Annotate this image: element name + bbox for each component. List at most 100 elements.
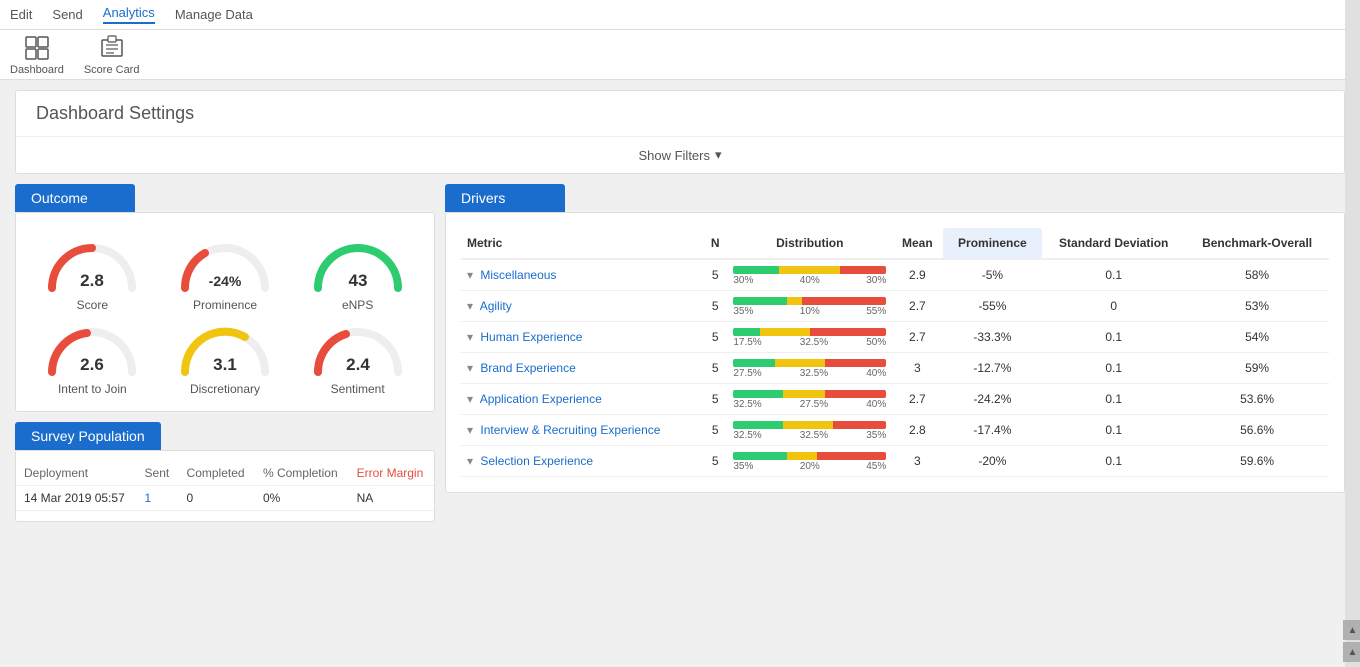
metric-name[interactable]: Human Experience <box>480 330 582 344</box>
std-dev-cell: 0.1 <box>1042 259 1185 291</box>
prominence-cell: -5% <box>943 259 1043 291</box>
enps-label: eNPS <box>342 298 373 312</box>
cell-pct-completion: 0% <box>255 486 349 511</box>
col-error-margin: Error Margin <box>349 461 434 486</box>
discretionary-gauge-svg: 3.1 <box>175 322 275 377</box>
cell-completed: 0 <box>179 486 255 511</box>
col-deployment: Deployment <box>16 461 137 486</box>
benchmark-cell: 53% <box>1185 291 1329 322</box>
std-dev-cell: 0.1 <box>1042 384 1185 415</box>
dist-cell: 30%40%30% <box>727 259 892 291</box>
metric-name[interactable]: Selection Experience <box>480 454 593 468</box>
sentiment-gauge: 2.4 Sentiment <box>296 322 419 396</box>
mean-cell: 2.7 <box>892 291 942 322</box>
prominence-label: Prominence <box>193 298 257 312</box>
mean-cell: 2.9 <box>892 259 942 291</box>
col-completed: Completed <box>179 461 255 486</box>
chevron-down-icon[interactable]: ▾ <box>467 361 473 375</box>
prominence-cell: -33.3% <box>943 322 1043 353</box>
show-filters-button[interactable]: Show Filters ▾ <box>16 137 1344 173</box>
chevron-down-icon[interactable]: ▾ <box>467 330 473 344</box>
col-pct-completion: % Completion <box>255 461 349 486</box>
gauges-grid: 2.8 Score -24% Prominence <box>31 238 419 396</box>
dashboard-toolbar-item[interactable]: Dashboard <box>10 34 64 76</box>
score-label: Score <box>77 298 108 312</box>
discretionary-label: Discretionary <box>190 382 260 396</box>
n-cell: 5 <box>703 446 727 477</box>
chevron-down-icon: ▾ <box>715 147 722 163</box>
enps-gauge-svg: 43 <box>308 238 408 293</box>
outcome-card: 2.8 Score -24% Prominence <box>15 212 435 412</box>
list-item: ▾ Brand Experience 5 27.5%32.5%40% 3 -12… <box>461 353 1329 384</box>
col-prominence: Prominence <box>943 228 1043 259</box>
drivers-header: Drivers <box>445 184 565 212</box>
mean-cell: 2.7 <box>892 322 942 353</box>
n-cell: 5 <box>703 384 727 415</box>
list-item: ▾ Agility 5 35%10%55% 2.7 -55% 0 53% <box>461 291 1329 322</box>
metric-name[interactable]: Application Experience <box>480 392 602 406</box>
scorecard-label: Score Card <box>84 64 140 76</box>
prominence-cell: -55% <box>943 291 1043 322</box>
metric-cell: ▾ Agility <box>461 291 703 322</box>
col-benchmark: Benchmark-Overall <box>1185 228 1329 259</box>
sentiment-label: Sentiment <box>331 382 385 396</box>
dashboard-icon <box>23 34 51 62</box>
toolbar: Dashboard Score Card <box>0 30 1360 80</box>
metric-cell: ▾ Selection Experience <box>461 446 703 477</box>
metric-name[interactable]: Miscellaneous <box>480 268 556 282</box>
col-std-dev: Standard Deviation <box>1042 228 1185 259</box>
intent-gauge-svg: 2.6 <box>42 322 142 377</box>
chevron-down-icon[interactable]: ▾ <box>467 423 473 437</box>
prominence-gauge: -24% Prominence <box>164 238 287 312</box>
chevron-down-icon[interactable]: ▾ <box>467 454 473 468</box>
col-mean: Mean <box>892 228 942 259</box>
scroll-down-arrow[interactable]: ▲ <box>1343 642 1360 662</box>
prominence-cell: -12.7% <box>943 353 1043 384</box>
col-metric: Metric <box>461 228 703 259</box>
prominence-gauge-svg: -24% <box>175 238 275 293</box>
metric-name[interactable]: Brand Experience <box>480 361 575 375</box>
chevron-down-icon[interactable]: ▾ <box>467 299 473 313</box>
scrollbar[interactable]: ▲ ▲ <box>1345 0 1360 667</box>
score-gauge-svg: 2.8 <box>42 238 142 293</box>
nav-manage-data[interactable]: Manage Data <box>175 7 253 22</box>
dist-cell: 17.5%32.5%50% <box>727 322 892 353</box>
benchmark-cell: 58% <box>1185 259 1329 291</box>
mean-cell: 3 <box>892 446 942 477</box>
benchmark-cell: 53.6% <box>1185 384 1329 415</box>
list-item: ▾ Interview & Recruiting Experience 5 32… <box>461 415 1329 446</box>
outcome-section: Outcome 2.8 Score <box>15 184 435 412</box>
list-item: ▾ Application Experience 5 32.5%27.5%40%… <box>461 384 1329 415</box>
nav-send[interactable]: Send <box>52 7 82 22</box>
sentiment-gauge-svg: 2.4 <box>308 322 408 377</box>
intent-label: Intent to Join <box>58 382 127 396</box>
chevron-down-icon[interactable]: ▾ <box>467 392 473 406</box>
survey-population-section: Survey Population Deployment Sent Comple… <box>15 422 435 522</box>
metric-name[interactable]: Agility <box>480 299 512 313</box>
svg-text:3.1: 3.1 <box>213 355 237 374</box>
survey-population-header: Survey Population <box>15 422 161 450</box>
std-dev-cell: 0.1 <box>1042 446 1185 477</box>
right-panel: Drivers Metric N Distribution Mean Promi… <box>445 184 1345 532</box>
prominence-cell: -20% <box>943 446 1043 477</box>
svg-text:-24%: -24% <box>209 273 242 289</box>
chevron-down-icon[interactable]: ▾ <box>467 268 473 282</box>
prominence-cell: -17.4% <box>943 415 1043 446</box>
dist-cell: 35%10%55% <box>727 291 892 322</box>
scroll-up-arrow[interactable]: ▲ <box>1343 620 1360 640</box>
nav-edit[interactable]: Edit <box>10 7 32 22</box>
scorecard-toolbar-item[interactable]: Score Card <box>84 34 140 76</box>
dist-cell: 32.5%32.5%35% <box>727 415 892 446</box>
outcome-header: Outcome <box>15 184 135 212</box>
drivers-section: Drivers Metric N Distribution Mean Promi… <box>445 184 1345 493</box>
drivers-table: Metric N Distribution Mean Prominence St… <box>461 228 1329 477</box>
discretionary-gauge: 3.1 Discretionary <box>164 322 287 396</box>
metric-name[interactable]: Interview & Recruiting Experience <box>480 423 660 437</box>
cell-sent[interactable]: 1 <box>137 486 179 511</box>
dist-cell: 35%20%45% <box>727 446 892 477</box>
dashboard-label: Dashboard <box>10 64 64 76</box>
std-dev-cell: 0.1 <box>1042 322 1185 353</box>
list-item: ▾ Miscellaneous 5 30%40%30% 2.9 -5% 0.1 … <box>461 259 1329 291</box>
nav-analytics[interactable]: Analytics <box>103 5 155 24</box>
list-item: ▾ Selection Experience 5 35%20%45% 3 -20… <box>461 446 1329 477</box>
